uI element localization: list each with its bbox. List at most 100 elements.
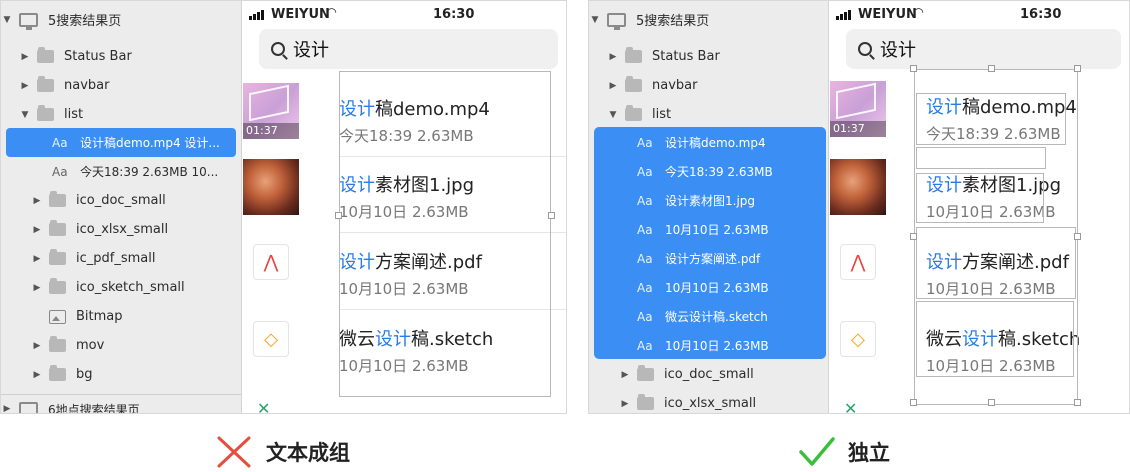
layer-label: ico_sketch_small [76,280,185,295]
layer-artboard[interactable]: ▼ 5搜索结果页 [589,5,828,34]
folder-icon [37,47,54,63]
sketch-icon: ◇ [253,321,289,357]
expand-triangle-icon[interactable]: ▶ [19,52,31,62]
folder-icon [49,191,66,207]
layer-text-grouped-selected[interactable]: Aa 设计稿demo.mp4 设计... [6,128,236,157]
expand-triangle-icon[interactable]: ▶ [31,370,43,380]
layer-folder[interactable]: ▶ ico_doc_small [1,186,241,215]
layer-folder[interactable]: ▶ navbar [1,71,241,100]
layer-folder[interactable]: ▶ navbar [589,71,828,100]
layer-text-selected[interactable]: Aa 今天18:39 2.63MB [594,157,826,186]
resize-handle[interactable] [1074,65,1081,72]
status-bar: WEIYUN ◠ 16:30 [243,1,566,29]
expand-triangle-icon[interactable]: ▶ [607,81,619,91]
search-icon [271,42,285,56]
resize-handle[interactable] [335,212,342,219]
text-layer-icon: Aa [637,251,653,266]
collapse-triangle-icon[interactable]: ▼ [1,15,13,25]
layer-bitmap[interactable]: Bitmap [1,302,241,331]
expand-triangle-icon[interactable]: ▶ [1,404,13,413]
layer-text-selected[interactable]: Aa 10月10日 2.63MB [594,331,826,360]
layer-folder[interactable]: ▶ ico_xlsx_small [1,215,241,244]
collapse-triangle-icon[interactable]: ▼ [589,15,601,25]
file-meta: 今天18:39 2.63MB [339,127,474,145]
file-meta: 10月10日 2.63MB [339,280,469,298]
search-bar[interactable]: 设计 [846,29,1121,69]
layer-text-selected[interactable]: Aa 设计素材图1.jpg [594,186,826,215]
layer-folder[interactable]: ▶ ico_xlsx_small [589,389,828,413]
text-layer-icon: Aa [637,280,653,295]
selected-text-layers[interactable]: Aa 设计稿demo.mp4 Aa 今天18:39 2.63MB Aa 设计素材图1.… [594,127,826,359]
resize-handle[interactable] [548,212,555,219]
expand-triangle-icon[interactable]: ▶ [619,370,631,380]
file-name: 设计方案阐述.pdf [339,252,482,273]
layer-text-selected[interactable]: Aa 设计方案阐述.pdf [594,244,826,273]
expand-triangle-icon[interactable]: ▶ [31,225,43,235]
file-row[interactable]: 01:37 设计稿demo.mp4 今天18:39 2.63MB [830,77,1129,155]
search-highlight: 设计 [926,175,962,196]
layer-folder[interactable]: ▶ Status Bar [1,42,241,71]
layer-folder[interactable]: ▶ ico_doc_small [589,360,828,389]
expand-triangle-icon[interactable]: ▶ [19,81,31,91]
layer-folder[interactable]: ▶ ico_sketch_small [1,273,241,302]
text-layer-icon: Aa [637,309,653,324]
collapse-triangle-icon[interactable]: ▼ [19,110,31,120]
layer-text-selected[interactable]: Aa 10月10日 2.63MB [594,215,826,244]
resize-handle[interactable] [1074,233,1081,240]
search-highlight: 设计 [962,329,998,350]
resize-handle[interactable] [910,399,917,406]
layer-folder[interactable]: ▶ mov [1,331,241,360]
file-row[interactable]: ◇ 微云设计稿.sketch 10月10日 2.63MB [243,309,566,387]
layer-folder[interactable]: ▶ Status Bar [589,42,828,71]
expand-triangle-icon[interactable]: ▶ [619,399,631,409]
search-highlight: 设计 [339,252,375,273]
expand-triangle-icon[interactable]: ▶ [607,52,619,62]
resize-handle[interactable] [988,399,995,406]
file-name: 设计方案阐述.pdf [926,252,1069,273]
text-layer-icon: Aa [637,222,653,237]
search-input[interactable]: 设计 [293,36,329,62]
folder-icon [37,105,54,121]
resize-handle[interactable] [988,65,995,72]
expand-triangle-icon[interactable]: ▶ [31,254,43,264]
layer-label: bg [76,367,93,382]
folder-icon [49,365,66,381]
file-row[interactable]: 01:37 设计稿demo.mp4 今天18:39 2.63MB [243,79,566,157]
file-name: 微云设计稿.sketch [339,329,494,350]
status-time: 16:30 [1020,7,1062,22]
layer-folder[interactable]: ▶ bg [1,360,241,389]
folder-icon [625,105,642,121]
layer-text-selected[interactable]: Aa 微云设计稿.sketch [594,302,826,331]
layer-text-selected[interactable]: Aa 设计稿demo.mp4 [594,128,826,157]
layer-folder[interactable]: ▼ list [1,100,241,129]
layer-folder[interactable]: ▼ list [589,100,828,129]
signal-icon [836,10,851,20]
file-row[interactable]: 设计素材图1.jpg 10月10日 2.63MB [830,155,1129,233]
layer-text-grouped[interactable]: Aa 今天18:39 2.63MB 10... [1,157,241,186]
layers-sidebar: ▼ 5搜索结果页 ▶ Status Bar ▶ navbar ▼ list Aa… [589,1,829,413]
layer-text-selected[interactable]: Aa 10月10日 2.63MB [594,273,826,302]
expand-triangle-icon[interactable]: ▶ [31,341,43,351]
expand-triangle-icon[interactable]: ▶ [31,283,43,293]
layer-label: ic_pdf_small [76,251,156,266]
file-meta: 10月10日 2.63MB [926,357,1056,375]
expand-triangle-icon[interactable]: ▶ [31,196,43,206]
video-thumbnail: 01:37 [830,81,886,137]
search-input[interactable]: 设计 [880,36,916,62]
search-bar[interactable]: 设计 [259,29,558,69]
resize-handle[interactable] [910,65,917,72]
file-row[interactable]: ◇ 微云设计稿.sketch 10月10日 2.63MB [830,309,1129,387]
layer-label: ico_doc_small [664,367,754,382]
file-row[interactable]: 设计素材图1.jpg 10月10日 2.63MB [243,155,566,233]
resize-handle[interactable] [910,233,917,240]
file-row[interactable]: ⋀ 设计方案阐述.pdf 10月10日 2.63MB [243,232,566,310]
layer-artboard[interactable]: ▼ 5搜索结果页 [1,5,241,34]
collapse-triangle-icon[interactable]: ▼ [607,110,619,120]
layer-artboard[interactable]: ▶ 6地点搜索结果页 [1,394,241,413]
layer-label: ico_xlsx_small [76,222,169,237]
layer-folder[interactable]: ▶ ic_pdf_small [1,244,241,273]
file-row[interactable]: ⋀ 设计方案阐述.pdf 10月10日 2.63MB [830,232,1129,310]
resize-handle[interactable] [1074,399,1081,406]
carrier-label: WEIYUN [271,7,330,22]
search-icon [858,42,872,56]
